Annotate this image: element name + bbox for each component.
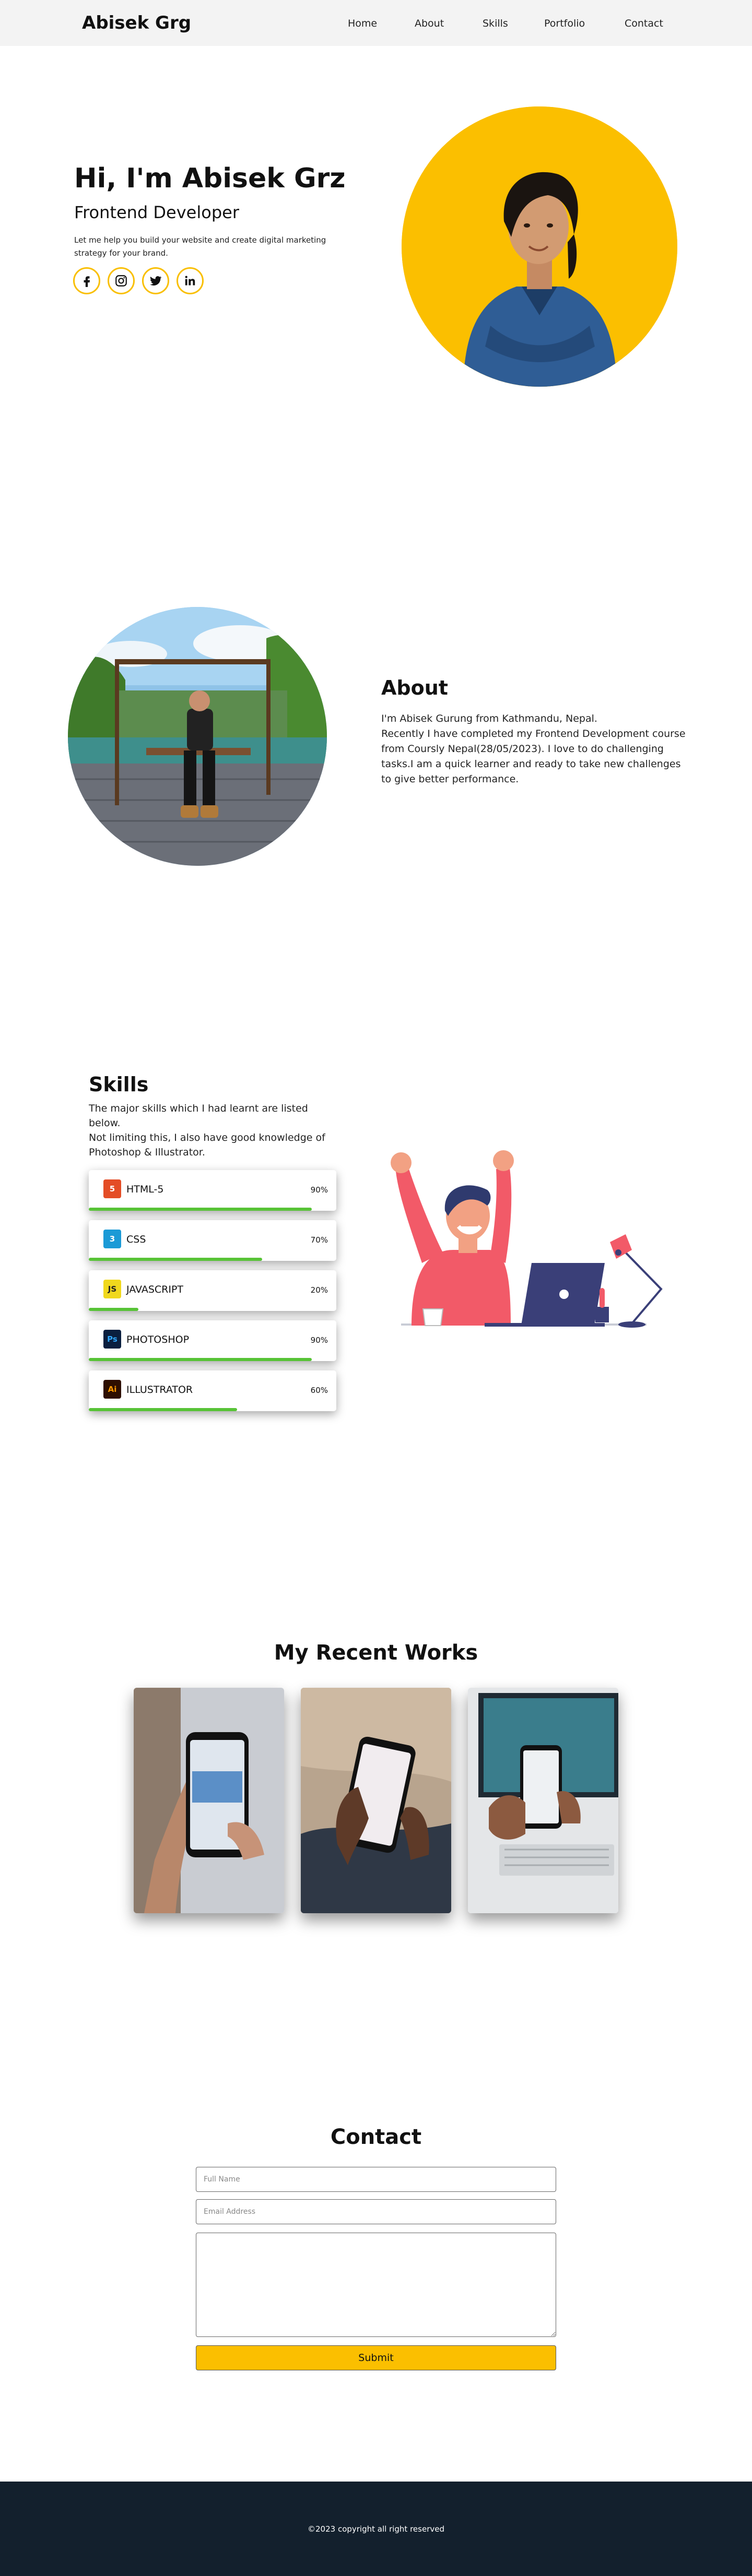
hero-subtitle: Frontend Developer: [74, 202, 239, 222]
works-title: My Recent Works: [274, 1641, 478, 1665]
about-text: I'm Abisek Gurung from Kathmandu, Nepal.…: [381, 711, 689, 787]
instagram-icon: [115, 275, 127, 287]
about-line-2: Recently I have completed my Frontend De…: [381, 728, 686, 785]
skill-name: ILLUSTRATOR: [126, 1384, 193, 1396]
nav-link-skills[interactable]: Skills: [483, 18, 508, 29]
twitter-link[interactable]: [142, 267, 169, 294]
navbar: Abisek Grg Home About Skills Portfolio C…: [0, 0, 752, 46]
skill-progress-bar: [89, 1358, 312, 1361]
skill-progress-bar: [89, 1208, 312, 1211]
skill-name: PHOTOSHOP: [126, 1334, 190, 1345]
skill-percent: 20%: [310, 1285, 328, 1295]
social-links: [73, 267, 211, 294]
skill-progress-bar: [89, 1258, 262, 1261]
instagram-link[interactable]: [108, 267, 135, 294]
nav-link-home[interactable]: Home: [348, 18, 377, 29]
skill-percent: 90%: [310, 1185, 328, 1195]
skill-percent: 70%: [310, 1235, 328, 1245]
skill-card-illustrator: Ai ILLUSTRATOR 60%: [89, 1370, 336, 1411]
skill-progress-bar: [89, 1308, 138, 1311]
nav-link-portfolio[interactable]: Portfolio: [544, 18, 585, 29]
skills-illustration: [380, 1138, 666, 1336]
skill-card-css: 3 CSS 70%: [89, 1220, 336, 1261]
hero-title: Hi, I'm Abisek Grz: [74, 163, 346, 194]
email-input[interactable]: [196, 2199, 556, 2224]
message-textarea[interactable]: [196, 2233, 556, 2337]
skill-percent: 90%: [310, 1335, 328, 1345]
facebook-icon: [84, 276, 90, 287]
work-card-2[interactable]: [301, 1688, 451, 1913]
skill-card-html5: 5 HTML-5 90%: [89, 1170, 336, 1211]
illustrator-icon: Ai: [103, 1380, 121, 1399]
html5-icon: 5: [103, 1179, 121, 1198]
nav-link-contact[interactable]: Contact: [625, 18, 663, 29]
nav-link-about[interactable]: About: [415, 18, 444, 29]
css3-icon: 3: [103, 1230, 121, 1248]
twitter-icon: [150, 276, 162, 286]
photoshop-icon: Ps: [103, 1330, 121, 1349]
skill-card-photoshop: Ps PHOTOSHOP 90%: [89, 1320, 336, 1361]
contact-title: Contact: [330, 2125, 422, 2149]
javascript-icon: JS: [103, 1280, 121, 1298]
skill-card-javascript: JS JAVASCRIPT 20%: [89, 1270, 336, 1311]
hero-description: Let me help you build your website and c…: [74, 235, 326, 258]
skill-percent: 60%: [310, 1386, 328, 1395]
footer-copyright: ©2023 copyright all right reserved: [308, 2524, 444, 2534]
facebook-link[interactable]: [73, 267, 100, 294]
work-card-3[interactable]: [468, 1688, 618, 1913]
skill-name: HTML-5: [126, 1184, 164, 1195]
skill-progress-bar: [89, 1408, 238, 1411]
footer: ©2023 copyright all right reserved: [0, 2482, 752, 2576]
skills-line-1: The major skills which I had learnt are …: [89, 1103, 308, 1129]
work-card-1[interactable]: [134, 1688, 284, 1913]
skill-name: JAVASCRIPT: [126, 1284, 184, 1295]
linkedin-icon: [185, 276, 195, 285]
skills-line-2: Not limiting this, I also have good know…: [89, 1132, 325, 1158]
submit-button[interactable]: Submit: [196, 2345, 556, 2370]
skill-name: CSS: [126, 1234, 146, 1245]
skills-title: Skills: [89, 1073, 149, 1096]
about-title: About: [381, 676, 448, 699]
about-line-1: I'm Abisek Gurung from Kathmandu, Nepal.: [381, 713, 597, 724]
linkedin-link[interactable]: [177, 267, 204, 294]
about-photo: [68, 607, 327, 866]
skills-description: The major skills which I had learnt are …: [89, 1101, 334, 1160]
full-name-input[interactable]: [196, 2167, 556, 2192]
site-logo[interactable]: Abisek Grg: [82, 13, 191, 33]
hero-profile-photo: [402, 106, 677, 387]
